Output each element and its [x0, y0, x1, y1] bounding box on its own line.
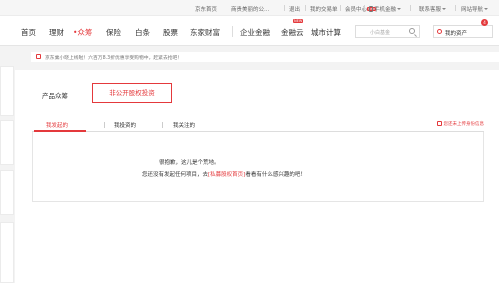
tab-divider	[162, 122, 163, 128]
notice-text[interactable]: 京东乘小晓上线啦！六百万8.3折优惠享受购物中，赶紧去抢吧！	[45, 56, 182, 61]
sidebar-panel	[0, 120, 14, 165]
main-content-card: 产品众筹 非公开股权投资 我发起的 我投资的 我关注的 您还未上传身份信息 很抱…	[15, 70, 499, 283]
search-icon[interactable]	[409, 28, 415, 34]
nav-item-wealth[interactable]: 理财	[49, 27, 64, 38]
customer-service-label[interactable]: 联系客服	[419, 7, 441, 13]
left-sidebar	[0, 62, 14, 283]
top-link-site-nav[interactable]: 网站导航	[461, 5, 489, 13]
empty-state: 很抱歉，这儿是个荒地。 您还没有发起任何项目，去[私募股权首页]看看有什么感兴趣…	[32, 132, 484, 202]
notice-bar: 京东乘小晓上线啦！六百万8.3折优惠享受购物中，赶紧去抢吧！	[31, 52, 499, 62]
main-navigation: 首页 理财 •众筹 保险 白条 股票 东家财富 企业金融 金融云 NEW 城市计…	[0, 16, 499, 46]
top-link-my-orders[interactable]: 我的交易单	[310, 5, 338, 13]
nav-item-finance-cloud[interactable]: 金融云	[281, 27, 304, 38]
phone-icon	[369, 6, 373, 12]
sidebar-panel	[0, 222, 14, 283]
nav-item-home[interactable]: 首页	[21, 27, 36, 38]
new-badge: NEW	[293, 19, 304, 23]
nav-item-baitiao[interactable]: 白条	[135, 27, 150, 38]
announcement-icon	[36, 54, 41, 59]
user-icon	[437, 29, 442, 34]
divider	[410, 5, 411, 11]
my-assets-button[interactable]: 我的资产	[433, 25, 493, 38]
empty-hint-suffix: 看看有什么感兴趣的吧！	[245, 172, 306, 178]
nav-divider	[232, 26, 233, 37]
private-equity-home-link[interactable]: [私募股权首页]	[208, 172, 245, 178]
private-equity-button[interactable]: 非公开股权投资	[92, 83, 172, 103]
nav-item-dongjia-wealth[interactable]: 东家财富	[190, 27, 220, 38]
tab-invested[interactable]: 我投资的	[114, 121, 136, 129]
nav-item-stocks[interactable]: 股票	[163, 27, 178, 38]
id-card-icon	[436, 121, 442, 126]
asset-count-badge: 4	[481, 19, 488, 26]
tab-bar: 我发起的 我投资的 我关注的 您还未上传身份信息	[32, 118, 484, 132]
site-nav-label[interactable]: 网站导航	[461, 7, 483, 13]
sidebar-panel	[0, 170, 14, 215]
divider	[284, 5, 285, 11]
product-crowdfunding-label[interactable]: 产品众筹	[42, 90, 68, 100]
identity-upload-label[interactable]: 您还未上传身份信息	[444, 122, 485, 127]
tab-followed[interactable]: 我关注的	[173, 121, 195, 129]
top-link-customer-service[interactable]: 联系客服	[419, 5, 447, 13]
empty-hint-prefix: 您还没有发起任何项目，去	[142, 172, 209, 178]
chevron-down-icon	[484, 8, 489, 10]
nav-item-insurance[interactable]: 保险	[106, 27, 121, 38]
nav-item-enterprise-finance[interactable]: 企业金融	[240, 27, 270, 38]
my-assets-label: 我的资产	[445, 31, 468, 37]
divider	[340, 5, 341, 11]
tab-divider	[104, 122, 105, 128]
top-utility-bar: 京东首页 商贵美丽的公... 退出 我的交易单 会员中心new 手机金融 联系客…	[0, 0, 499, 16]
top-link-mobile-finance[interactable]: 手机金融	[369, 5, 402, 13]
identity-upload-link[interactable]: 您还未上传身份信息	[436, 121, 485, 127]
top-link-username[interactable]: 商贵美丽的公...	[231, 5, 269, 13]
chevron-down-icon	[397, 8, 402, 10]
sidebar-panel	[0, 66, 14, 116]
empty-message: 很抱歉，这儿是个荒地。	[159, 160, 220, 166]
divider	[364, 5, 365, 11]
mobile-finance-label[interactable]: 手机金融	[374, 7, 396, 13]
tab-initiated[interactable]: 我发起的	[46, 121, 68, 129]
chevron-down-icon	[442, 8, 447, 10]
top-link-jd-home[interactable]: 京东首页	[195, 5, 217, 13]
divider	[455, 5, 456, 11]
empty-hint: 您还没有发起任何项目，去[私募股权首页]看看有什么感兴趣的吧！	[142, 170, 306, 178]
nav-item-crowdfunding[interactable]: •众筹	[73, 27, 92, 38]
top-link-logout[interactable]: 退出	[289, 5, 300, 13]
divider	[305, 5, 306, 11]
nav-item-city-computing[interactable]: 城市计算	[311, 27, 341, 38]
